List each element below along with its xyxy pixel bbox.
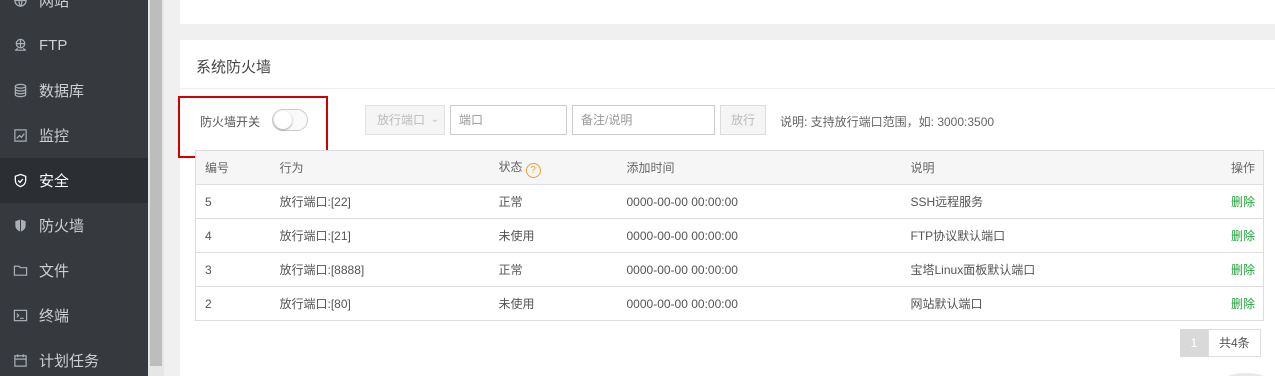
sidebar-item-label: 数据库 [39, 83, 85, 100]
cell-id: 4 [195, 218, 280, 253]
sidebar-item-website[interactable]: 网站 [0, 0, 148, 23]
table-row: 5 放行端口:[22] 正常 0000-00-00 00:00:00 SSH远程… [195, 184, 1264, 219]
firewall-switch-toggle[interactable] [272, 109, 308, 131]
note-input[interactable]: 备注/说明 [572, 105, 715, 135]
table-header-row: 编号 行为 状态? 添加时间 说明 操作 [195, 150, 1264, 185]
cell-op: 删除 [1190, 184, 1264, 219]
cell-added: 0000-00-00 00:00:00 [626, 218, 911, 253]
help-icon[interactable]: ? [525, 162, 541, 178]
sidebar-item-security[interactable]: 安全 [0, 158, 148, 203]
sidebar-item-firewall[interactable]: 防火墙 [0, 203, 148, 248]
col-id-header: 编号 [195, 150, 280, 185]
col-added-header: 添加时间 [626, 150, 911, 185]
total-count: 共4条 [1208, 329, 1261, 357]
table-row: 4 放行端口:[21] 未使用 0000-00-00 00:00:00 FTP协… [195, 218, 1264, 253]
cell-added: 0000-00-00 00:00:00 [626, 184, 911, 219]
page-button-current[interactable]: 1 [1180, 329, 1208, 357]
port-input[interactable]: 端口 [450, 105, 567, 135]
note-input-placeholder: 备注/说明 [581, 113, 633, 127]
sidebar-item-label: 网站 [39, 0, 70, 10]
col-op-header: 操作 [1190, 150, 1264, 185]
table-row: 2 放行端口:[80] 未使用 0000-00-00 00:00:00 网站默认… [195, 286, 1264, 321]
firewall-switch-label: 防火墙开关 [200, 115, 261, 129]
sidebar-item-monitor[interactable]: 监控 [0, 113, 148, 158]
database-icon [11, 82, 29, 100]
col-status-header: 状态? [498, 150, 627, 185]
cell-id: 3 [195, 252, 280, 287]
sidebar-item-cron[interactable]: 计划任务 [0, 338, 148, 376]
sidebar-item-label: FTP [39, 37, 68, 54]
sidebar-item-label: 防火墙 [39, 218, 85, 235]
port-input-placeholder: 端口 [459, 113, 484, 127]
firewall-rules-table: 编号 行为 状态? 添加时间 说明 操作 5 放行端口:[22] 正常 0000… [195, 150, 1264, 321]
cell-status: 正常 [498, 252, 627, 287]
sidebar-item-label: 终端 [39, 308, 70, 325]
toggle-knob [274, 111, 292, 129]
cell-action: 放行端口:[21] [279, 218, 499, 253]
col-status-label: 状态 [498, 159, 523, 174]
delete-link[interactable]: 删除 [1231, 263, 1255, 277]
sidebar-item-files[interactable]: 文件 [0, 248, 148, 293]
cell-op: 删除 [1190, 286, 1264, 321]
cell-desc: 网站默认端口 [910, 286, 1191, 321]
cell-id: 5 [195, 184, 280, 219]
cell-added: 0000-00-00 00:00:00 [626, 252, 911, 287]
col-desc-header: 说明 [910, 150, 1191, 185]
cell-desc: SSH远程服务 [910, 184, 1191, 219]
cell-action: 放行端口:[8888] [279, 252, 499, 287]
sidebar-item-label: 监控 [39, 128, 70, 145]
cell-added: 0000-00-00 00:00:00 [626, 286, 911, 321]
sidebar-item-label: 文件 [39, 263, 70, 280]
panel-title: 系统防火墙 [196, 59, 272, 76]
delete-link[interactable]: 删除 [1231, 229, 1255, 243]
sidebar-item-ftp[interactable]: FTP [0, 23, 148, 68]
globe-icon [11, 0, 29, 10]
cell-op: 删除 [1190, 252, 1264, 287]
col-action-header: 行为 [279, 150, 499, 185]
chevron-down-icon: ⌄ [430, 114, 439, 125]
pagination: 1 共4条 [1180, 329, 1261, 357]
cell-status: 未使用 [498, 218, 627, 253]
firewall-panel: 系统防火墙 防火墙开关 放行端口 ⌄ 端口 备注/说明 放行 说明: 支持放行端… [178, 40, 1275, 376]
main-content: 系统防火墙 防火墙开关 放行端口 ⌄ 端口 备注/说明 放行 说明: 支持放行端… [164, 0, 1275, 376]
hint-text: 说明: 支持放行端口范围，如: 3000:3500 [780, 115, 995, 129]
cell-desc: 宝塔Linux面板默认端口 [910, 252, 1191, 287]
top-settings-panel [180, 0, 1275, 24]
ftp-icon [11, 37, 29, 55]
sidebar-scrollbar-thumb[interactable] [150, 0, 162, 366]
cell-status: 正常 [498, 184, 627, 219]
shield-icon [11, 217, 29, 235]
calendar-icon [11, 352, 29, 370]
port-type-select[interactable]: 放行端口 ⌄ [365, 105, 445, 135]
cell-status: 未使用 [498, 286, 627, 321]
monitor-icon [11, 127, 29, 145]
shield-check-icon [11, 172, 29, 190]
sidebar-item-label: 计划任务 [39, 353, 100, 370]
port-type-select-value: 放行端口 [377, 113, 426, 127]
cell-desc: FTP协议默认端口 [910, 218, 1191, 253]
folder-icon [11, 262, 29, 280]
terminal-icon [11, 307, 29, 325]
divider [180, 88, 1275, 89]
cell-action: 放行端口:[80] [279, 286, 499, 321]
cell-action: 放行端口:[22] [279, 184, 499, 219]
sidebar-item-terminal[interactable]: 终端 [0, 293, 148, 338]
sidebar-item-database[interactable]: 数据库 [0, 68, 148, 113]
delete-link[interactable]: 删除 [1231, 195, 1255, 209]
cell-id: 2 [195, 286, 280, 321]
cell-op: 删除 [1190, 218, 1264, 253]
allow-port-button[interactable]: 放行 [720, 105, 766, 135]
sidebar-item-label: 安全 [39, 173, 70, 190]
delete-link[interactable]: 删除 [1231, 297, 1255, 311]
sidebar: 网站 FTP 数据库 监控 安全 防火墙 文件 终端 计划任务 [0, 0, 148, 376]
table-row: 3 放行端口:[8888] 正常 0000-00-00 00:00:00 宝塔L… [195, 252, 1264, 287]
